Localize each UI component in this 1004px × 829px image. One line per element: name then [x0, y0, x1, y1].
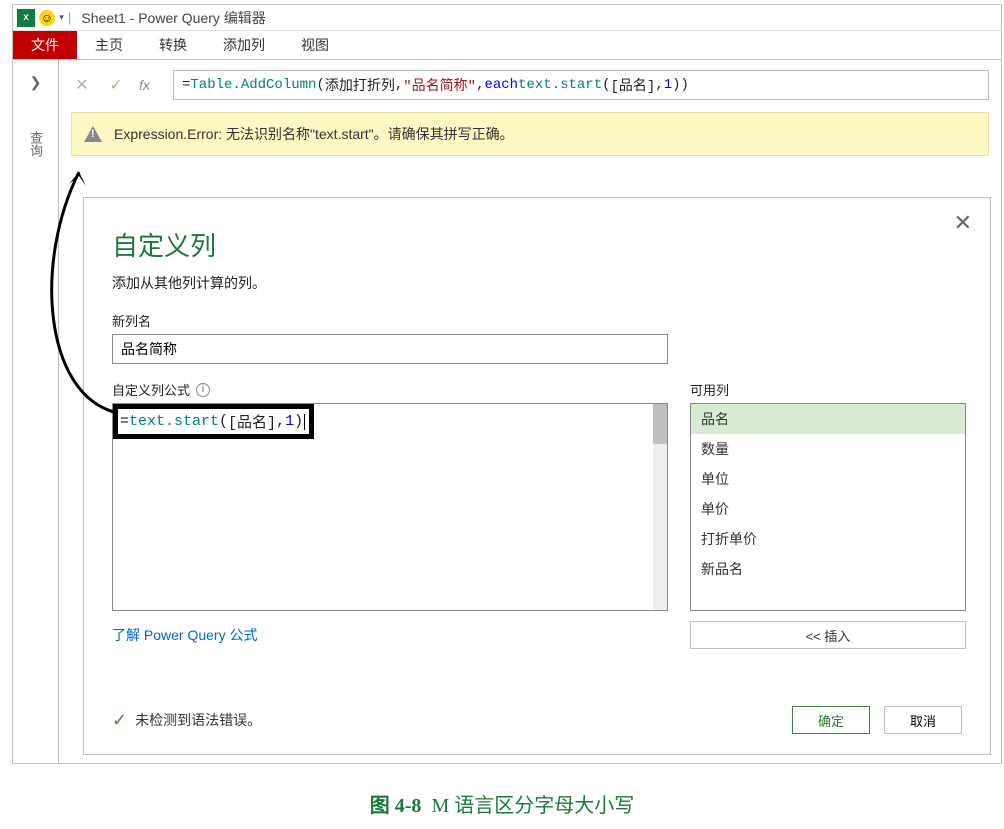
queries-label: 查询	[26, 131, 45, 157]
error-text: Expression.Error: 无法识别名称"text.start"。请确保…	[114, 124, 514, 144]
queries-pane: ❯ 查询	[13, 60, 59, 763]
excel-icon: x	[17, 9, 35, 27]
warning-icon	[84, 126, 102, 142]
new-column-name-input[interactable]	[112, 334, 668, 364]
formula-input[interactable]: = Table.AddColumn ( 添加打折列 , "品名简称" , eac…	[173, 70, 989, 100]
list-item[interactable]: 新品名	[691, 554, 965, 584]
qat-dropdown-icon[interactable]: ▾	[59, 10, 64, 26]
list-item[interactable]: 打折单价	[691, 524, 965, 554]
dialog-subtitle: 添加从其他列计算的列。	[112, 273, 962, 293]
titlebar: x ☺ ▾ | Sheet1 - Power Query 编辑器	[13, 5, 1001, 31]
info-icon[interactable]: i	[196, 383, 210, 397]
available-columns-section: 可用列 品名 数量 单位 单价 打折单价 新品名 << 插入	[690, 380, 966, 649]
check-icon: ✓	[112, 710, 127, 731]
learn-more-link[interactable]: 了解 Power Query 公式	[112, 625, 257, 645]
window-title: Sheet1 - Power Query 编辑器	[75, 8, 265, 28]
list-item[interactable]: 数量	[691, 434, 965, 464]
custom-formula-label: 自定义列公式 i	[112, 380, 668, 399]
formula-highlight: = text.start ( [品名] , 1 )	[113, 404, 314, 439]
formula-section: 自定义列公式 i = text.start ( [品名] , 1 )	[112, 380, 668, 649]
app-window: x ☺ ▾ | Sheet1 - Power Query 编辑器 文件 主页 转…	[12, 4, 1002, 764]
tab-file[interactable]: 文件	[13, 31, 77, 59]
cancel-button[interactable]: 取消	[884, 706, 962, 734]
close-icon[interactable]: ✕	[954, 210, 972, 236]
dialog-footer: ✓ 未检测到语法错误。 确定 取消	[112, 706, 962, 734]
scrollbar-thumb[interactable]	[653, 404, 667, 444]
tab-home[interactable]: 主页	[77, 31, 141, 59]
syntax-status: ✓ 未检测到语法错误。	[112, 710, 261, 731]
smiley-icon: ☺	[39, 10, 55, 26]
ok-button[interactable]: 确定	[792, 706, 870, 734]
insert-button[interactable]: << 插入	[690, 621, 966, 649]
custom-formula-input[interactable]: = text.start ( [品名] , 1 )	[112, 403, 668, 611]
new-column-name-label: 新列名	[112, 311, 962, 330]
list-item[interactable]: 品名	[691, 404, 965, 434]
list-item[interactable]: 单位	[691, 464, 965, 494]
expand-queries-icon[interactable]: ❯	[30, 74, 42, 91]
tab-transform[interactable]: 转换	[141, 31, 205, 59]
tab-view[interactable]: 视图	[283, 31, 347, 59]
commit-formula-icon[interactable]: ✓	[105, 75, 127, 95]
cancel-formula-icon[interactable]: ✕	[71, 75, 93, 95]
tab-addcolumn[interactable]: 添加列	[205, 31, 283, 59]
available-columns-list[interactable]: 品名 数量 单位 单价 打折单价 新品名	[690, 403, 966, 611]
error-bar: Expression.Error: 无法识别名称"text.start"。请确保…	[71, 112, 989, 156]
custom-column-dialog: ✕ 自定义列 添加从其他列计算的列。 新列名 自定义列公式 i = text.s…	[83, 197, 991, 755]
dialog-title: 自定义列	[112, 226, 962, 263]
fx-icon[interactable]: fx	[139, 77, 161, 93]
figure-caption: 图 4-8 M 语言区分字母大小写	[0, 789, 1004, 818]
ribbon-tabs: 文件 主页 转换 添加列 视图	[13, 31, 1001, 59]
available-columns-label: 可用列	[690, 380, 966, 399]
list-item[interactable]: 单价	[691, 494, 965, 524]
formula-bar: ✕ ✓ fx = Table.AddColumn ( 添加打折列 , "品名简称…	[59, 60, 1001, 108]
